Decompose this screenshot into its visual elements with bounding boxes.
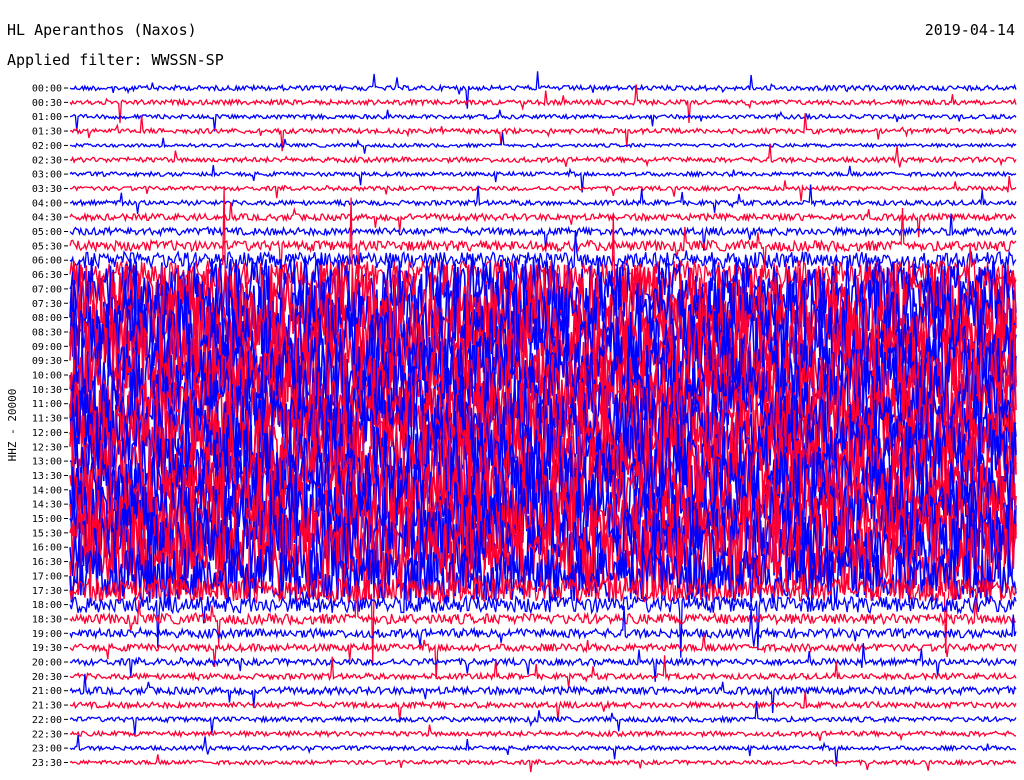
time-tick-label: 04:30 [32, 213, 62, 224]
seismic-trace [69, 109, 1017, 132]
time-tick-label: 02:00 [32, 141, 62, 152]
time-tick-label: 11:00 [32, 399, 62, 410]
time-tick-label: 06:00 [32, 256, 62, 267]
time-tick-label: 17:30 [32, 586, 62, 597]
helicorder-page: HL Aperanthos (Naxos) Applied filter: WW… [0, 0, 1024, 780]
time-tick-label: 19:30 [32, 643, 62, 654]
time-tick-label: 05:30 [32, 241, 62, 252]
time-tick-label: 20:30 [32, 672, 62, 683]
time-tick-label: 14:30 [32, 500, 62, 511]
time-tick-label: 00:30 [32, 98, 62, 109]
time-tick-label: 00:00 [32, 84, 62, 95]
seismic-trace [69, 633, 1017, 680]
time-tick-label: 22:00 [32, 715, 62, 726]
time-tick-label: 21:00 [32, 686, 62, 697]
time-tick-label: 22:30 [32, 729, 62, 740]
trace-layer [69, 71, 1017, 773]
time-tick-label: 13:30 [32, 471, 62, 482]
time-tick-label: 19:00 [32, 629, 62, 640]
time-tick-label: 11:30 [32, 414, 62, 425]
time-tick-label: 15:30 [32, 528, 62, 539]
time-tick-label: 16:00 [32, 543, 62, 554]
time-tick-label: 04:00 [32, 198, 62, 209]
time-tick-label: 12:30 [32, 442, 62, 453]
time-tick-label: 02:30 [32, 155, 62, 166]
time-tick-label: 23:00 [32, 744, 62, 755]
time-tick-label: 20:00 [32, 658, 62, 669]
time-tick-label: 10:30 [32, 385, 62, 396]
seismic-trace [69, 84, 1017, 124]
time-tick-label: 18:30 [32, 614, 62, 625]
time-tick-label: 12:00 [32, 428, 62, 439]
time-tick-label: 03:30 [32, 184, 62, 195]
time-tick-label: 17:00 [32, 571, 62, 582]
time-tick-label: 09:30 [32, 356, 62, 367]
seismic-trace [69, 144, 1017, 168]
time-axis: 00:00 00:30 01:00 01:30 02:00 02:30 03:00 03:30… [32, 84, 68, 769]
seismic-trace [69, 673, 1017, 714]
time-tick-label: 01:00 [32, 112, 62, 123]
time-tick-label: 06:30 [32, 270, 62, 281]
time-tick-label: 14:00 [32, 485, 62, 496]
time-tick-label: 01:30 [32, 127, 62, 138]
seismic-trace [69, 754, 1017, 773]
helicorder-plot: 00:00 00:30 01:00 01:30 02:00 02:30 03:00 03:30… [6, 71, 1017, 773]
time-tick-label: 07:30 [32, 299, 62, 310]
time-tick-label: 08:30 [32, 327, 62, 338]
time-tick-label: 16:30 [32, 557, 62, 568]
time-tick-label: 09:00 [32, 342, 62, 353]
seismic-trace [69, 176, 1017, 202]
time-tick-label: 21:30 [32, 701, 62, 712]
time-tick-label: 15:00 [32, 514, 62, 525]
seismic-trace [69, 132, 1017, 154]
time-tick-label: 05:00 [32, 227, 62, 238]
time-tick-label: 10:00 [32, 371, 62, 382]
time-tick-label: 08:00 [32, 313, 62, 324]
time-tick-label: 03:00 [32, 170, 62, 181]
time-tick-label: 18:00 [32, 600, 62, 611]
time-tick-label: 23:30 [32, 758, 62, 769]
time-tick-label: 07:00 [32, 284, 62, 295]
y-axis-label: HHZ - 20000 [6, 389, 19, 462]
time-tick-label: 13:00 [32, 457, 62, 468]
